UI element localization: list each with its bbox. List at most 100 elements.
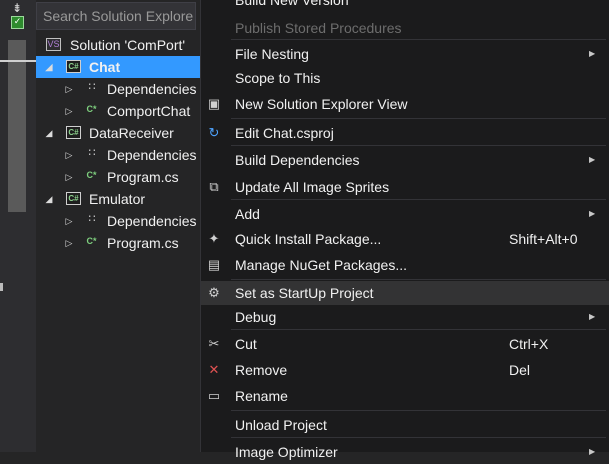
tree-row-item[interactable]: ▷ ∷ Dependencies — [36, 144, 200, 166]
search-input[interactable]: Search Solution Explore — [36, 2, 196, 30]
tree-row-item[interactable]: ▷ C* ComportChat — [36, 100, 200, 122]
menu-item-quick-install-package[interactable]: ✦ Quick Install Package... Shift+Alt+0 — [201, 227, 609, 251]
menu-item-label: Edit Chat.csproj — [235, 125, 334, 141]
menu-item-label: Cut — [235, 336, 257, 352]
tree-label: DataReceiver — [89, 125, 174, 141]
menu-item-cut[interactable]: ✂ Cut Ctrl+X — [201, 332, 609, 356]
menu-shortcut: Ctrl+X — [509, 336, 549, 352]
rename-icon: ▭ — [207, 388, 221, 403]
collapsed-arrow-icon[interactable]: ▷ — [64, 100, 74, 122]
scissors-icon: ✂ — [208, 336, 220, 351]
menu-separator — [231, 118, 606, 119]
menu-separator — [231, 279, 606, 280]
menu-item-debug[interactable]: Debug ▶ — [201, 305, 609, 329]
tree-row-solution[interactable]: VS Solution 'ComPort' — [36, 34, 200, 56]
tree-row-project[interactable]: ◢ C# Chat — [36, 56, 200, 78]
package-icon: ✦ — [208, 231, 220, 246]
solution-icon: VS — [46, 38, 61, 51]
left-tool-gutter: ⇟ ✓ — [0, 0, 36, 452]
menu-item-label: Unload Project — [235, 417, 327, 433]
submenu-arrow-icon: ▶ — [589, 209, 596, 218]
menu-item-label: Quick Install Package... — [235, 231, 382, 247]
context-menu: Build New Version Publish Stored Procedur… — [200, 0, 609, 460]
menu-item-label: Update All Image Sprites — [235, 179, 390, 195]
collapsed-arrow-icon[interactable]: ▷ — [64, 166, 74, 188]
dependencies-icon: ∷ — [88, 213, 96, 225]
collapsed-arrow-icon[interactable]: ▷ — [64, 210, 74, 232]
gear-icon: ⚙ — [208, 285, 220, 300]
csharp-file-icon: C* — [86, 170, 97, 180]
tree-label: Dependencies — [107, 147, 197, 163]
menu-item-label: Build New Version — [235, 0, 349, 8]
menu-item-add[interactable]: Add ▶ — [201, 202, 609, 226]
sprites-icon: ⧉ — [209, 179, 219, 194]
checkbox-icon[interactable]: ✓ — [11, 16, 24, 29]
menu-separator — [231, 329, 606, 330]
submenu-arrow-icon: ▶ — [589, 447, 596, 456]
menu-item-scope-to-this[interactable]: Scope to This — [201, 66, 609, 90]
menu-item-label: Remove — [235, 362, 288, 378]
search-placeholder: Search Solution Explore — [43, 8, 194, 24]
tree-row-item[interactable]: ▷ ∷ Dependencies — [36, 78, 200, 100]
menu-item-label: Build Dependencies — [235, 152, 360, 168]
menu-item-label: File Nesting — [235, 46, 309, 62]
edit-icon: ↻ — [208, 125, 220, 140]
menu-item-set-as-startup-project[interactable]: ⚙ Set as StartUp Project — [201, 281, 609, 305]
menu-separator — [231, 199, 606, 200]
csharp-project-icon: C# — [66, 192, 81, 205]
tree-label: Dependencies — [107, 81, 197, 97]
gutter-divider — [0, 60, 36, 62]
menu-shortcut: Del — [509, 362, 531, 378]
menu-item-rename[interactable]: ▭ Rename — [201, 384, 609, 408]
menu-item-file-nesting[interactable]: File Nesting ▶ — [201, 42, 609, 66]
menu-item-edit-chat-csproj[interactable]: ↻ Edit Chat.csproj — [201, 121, 609, 145]
menu-item-label: Publish Stored Procedures — [235, 20, 402, 36]
submenu-arrow-icon: ▶ — [589, 312, 596, 321]
menu-item-update-all-image-sprites[interactable]: ⧉ Update All Image Sprites — [201, 175, 609, 199]
menu-item-remove[interactable]: ✕ Remove Del — [201, 358, 609, 382]
collapsed-arrow-icon[interactable]: ▷ — [64, 144, 74, 166]
tree-label: Dependencies — [107, 213, 197, 229]
expanded-arrow-icon[interactable]: ◢ — [44, 122, 54, 144]
tree-label: Chat — [89, 59, 121, 75]
menu-item-new-solution-explorer-view[interactable]: ▣ New Solution Explorer View — [201, 92, 609, 116]
collapsed-arrow-icon[interactable]: ▷ — [64, 232, 74, 254]
solution-explorer: Search Solution Explore VS Solution 'ComP… — [36, 0, 200, 452]
tree-row-item[interactable]: ▷ ∷ Dependencies — [36, 210, 200, 232]
tree-row-item[interactable]: ▷ C* Program.cs — [36, 232, 200, 254]
dependencies-icon: ∷ — [88, 147, 96, 159]
menu-item-label: Rename — [235, 388, 288, 404]
menu-separator — [231, 145, 606, 146]
menu-separator — [231, 410, 606, 411]
submenu-arrow-icon: ▶ — [589, 155, 596, 164]
tree-row-project[interactable]: ◢ C# Emulator — [36, 188, 200, 210]
submenu-arrow-icon: ▶ — [589, 49, 596, 58]
menu-item-label: Scope to This — [235, 70, 321, 86]
tree-label: Program.cs — [107, 169, 179, 185]
menu-item-manage-nuget-packages[interactable]: ▤ Manage NuGet Packages... — [201, 253, 609, 277]
menu-item-label: Debug — [235, 309, 277, 325]
menu-item-image-optimizer[interactable]: Image Optimizer ▶ — [201, 440, 609, 464]
gutter-scrollbar[interactable] — [8, 40, 26, 212]
remove-icon: ✕ — [208, 362, 220, 377]
tree-row-item[interactable]: ▷ C* Program.cs — [36, 166, 200, 188]
menu-shortcut: Shift+Alt+0 — [509, 231, 578, 247]
csharp-project-icon: C# — [66, 60, 81, 73]
menu-item-label: Add — [235, 206, 260, 222]
menu-item-build-new-version[interactable]: Build New Version — [201, 0, 609, 12]
tree-label: Program.cs — [107, 235, 179, 251]
menu-item-publish-stored-procedures: Publish Stored Procedures — [201, 16, 609, 40]
explorer-view-icon: ▣ — [207, 96, 221, 111]
dependencies-icon: ∷ — [88, 81, 96, 93]
tree-row-project[interactable]: ◢ C# DataReceiver — [36, 122, 200, 144]
csharp-project-icon: C# — [66, 126, 81, 139]
pin-icon[interactable]: ⇟ — [9, 2, 25, 14]
expanded-arrow-icon[interactable]: ◢ — [44, 188, 54, 210]
menu-item-label: Set as StartUp Project — [235, 285, 374, 301]
menu-item-build-dependencies[interactable]: Build Dependencies ▶ — [201, 148, 609, 172]
tree-label: Emulator — [89, 191, 146, 207]
expanded-arrow-icon[interactable]: ◢ — [44, 56, 54, 78]
collapsed-arrow-icon[interactable]: ▷ — [64, 78, 74, 100]
menu-item-unload-project[interactable]: Unload Project — [201, 413, 609, 437]
gutter-marker — [0, 283, 3, 291]
